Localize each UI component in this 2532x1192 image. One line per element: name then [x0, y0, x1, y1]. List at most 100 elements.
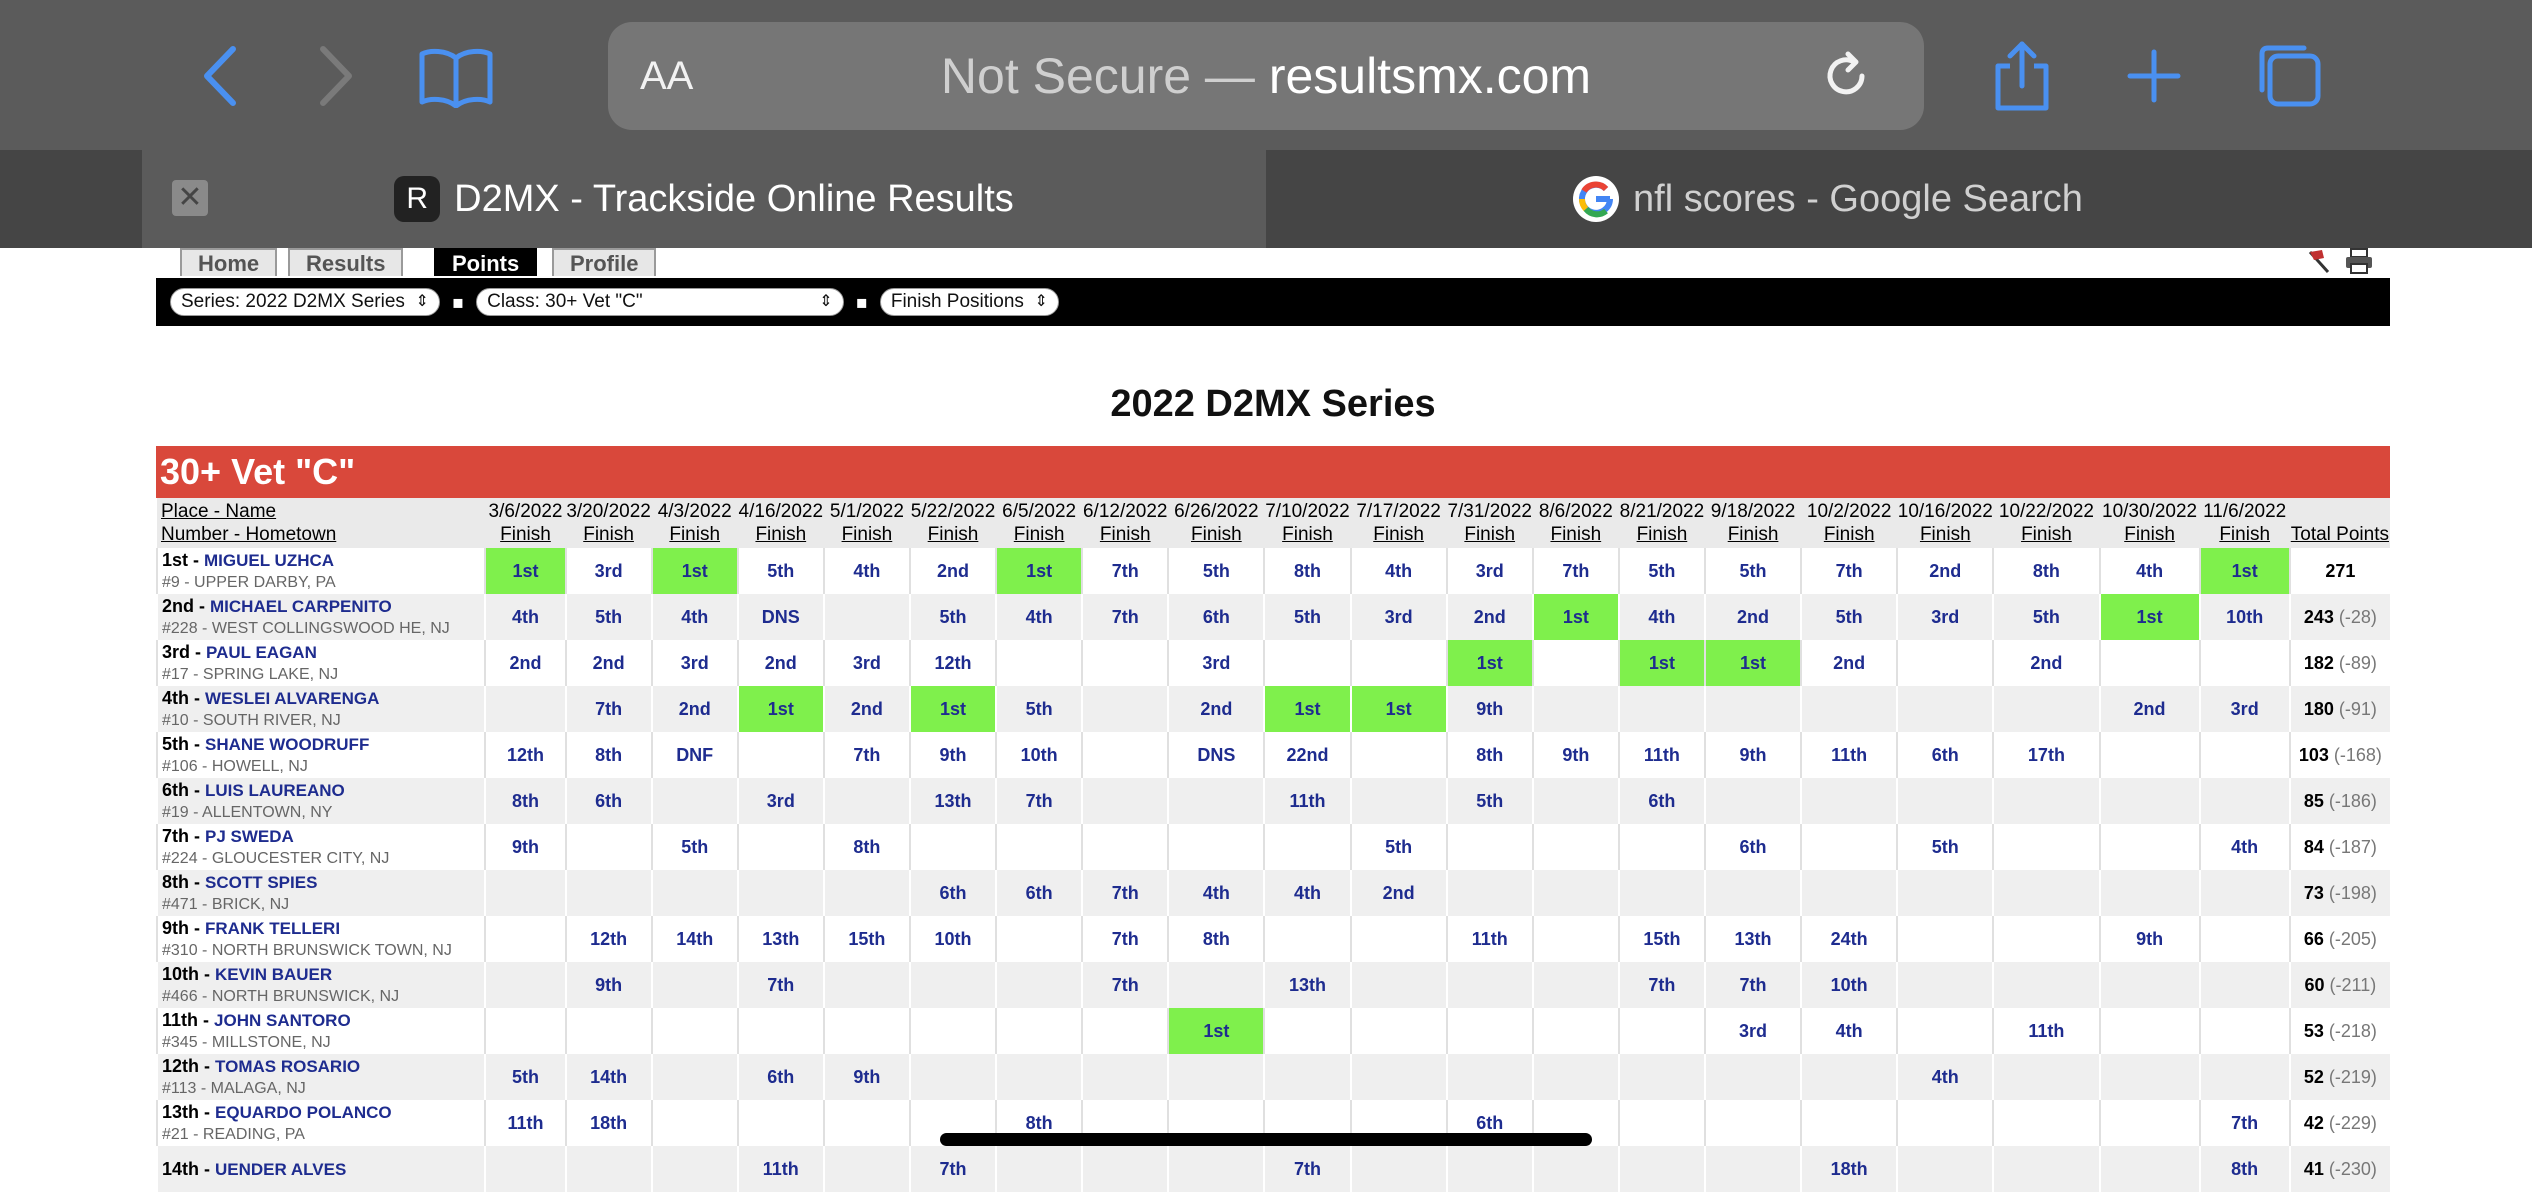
finish-cell[interactable]: 11th — [1800, 732, 1898, 778]
finish-cell[interactable]: 2nd — [1896, 548, 1994, 594]
finish-cell[interactable]: 2nd — [908, 548, 997, 594]
finish-cell[interactable]: 15th — [822, 916, 910, 962]
finish-cell[interactable]: 2nd — [1167, 686, 1265, 732]
class-select[interactable]: Class: 30+ Vet "C" — [476, 288, 844, 316]
header-finish[interactable]: Finish — [1100, 524, 1151, 545]
finish-cell[interactable]: 5th — [736, 548, 824, 594]
finish-cell[interactable]: 6th — [564, 778, 652, 824]
finish-cell[interactable]: 4th — [1617, 594, 1705, 640]
finish-cell[interactable]: 11th — [1263, 778, 1351, 824]
finish-cell[interactable]: 3rd — [1445, 548, 1533, 594]
finish-cell[interactable]: DNS — [736, 594, 824, 640]
finish-cell[interactable]: 3rd — [1167, 640, 1265, 686]
finish-cell[interactable]: 4th — [2198, 824, 2290, 870]
finish-cell[interactable]: 1st — [1349, 686, 1447, 732]
finish-cell[interactable]: 10th — [995, 732, 1083, 778]
header-finish[interactable]: Finish — [1824, 524, 1875, 545]
finish-cell[interactable]: 6th — [1167, 594, 1265, 640]
finish-cell[interactable]: 3rd — [822, 640, 910, 686]
header-finish[interactable]: Finish — [842, 524, 893, 545]
finish-cell[interactable]: 12th — [564, 916, 652, 962]
finish-cell[interactable]: 3rd — [1896, 594, 1994, 640]
finish-cell[interactable]: 22nd — [1263, 732, 1351, 778]
finish-cell[interactable]: 14th — [564, 1054, 652, 1100]
rider-name-link[interactable]: MICHAEL CARPENITO — [210, 597, 392, 616]
finish-cell[interactable]: 14th — [650, 916, 738, 962]
header-place-name[interactable]: Place - Name — [161, 501, 276, 522]
finish-cell[interactable]: 10th — [908, 916, 997, 962]
finish-cell[interactable]: 11th — [1992, 1008, 2100, 1054]
header-finish[interactable]: Finish — [1191, 524, 1242, 545]
finish-cell[interactable]: 4th — [995, 594, 1083, 640]
header-finish[interactable]: Finish — [1728, 524, 1779, 545]
finish-cell[interactable]: 9th — [564, 962, 652, 1008]
finish-cell[interactable]: DNF — [650, 732, 738, 778]
header-finish[interactable]: Finish — [1550, 524, 1601, 545]
finish-cell[interactable]: 9th — [1445, 686, 1533, 732]
finish-cell[interactable]: 4th — [2098, 548, 2200, 594]
finish-cell[interactable]: 3rd — [736, 778, 824, 824]
finish-cell[interactable]: 8th — [1263, 548, 1351, 594]
finish-cell[interactable]: 8th — [1992, 548, 2100, 594]
rider-name-link[interactable]: EQUARDO POLANCO — [215, 1103, 392, 1122]
finish-cell[interactable]: 8th — [2198, 1146, 2290, 1192]
tab-d2mx[interactable]: ✕ R D2MX - Trackside Online Results — [142, 150, 1266, 248]
finish-cell[interactable]: 2nd — [1992, 640, 2100, 686]
finish-cell[interactable]: 18th — [564, 1100, 652, 1146]
header-finish[interactable]: Finish — [2219, 524, 2270, 545]
finish-cell[interactable]: 7th — [995, 778, 1083, 824]
rider-name-link[interactable]: SCOTT SPIES — [205, 873, 317, 892]
finish-cell[interactable]: 1st — [908, 686, 997, 732]
finish-cell[interactable]: 3rd — [1703, 1008, 1802, 1054]
tabs-overview-button[interactable] — [2250, 38, 2326, 114]
finish-cell[interactable]: 8th — [822, 824, 910, 870]
finish-cell[interactable]: 7th — [1081, 548, 1169, 594]
finish-cell[interactable]: 13th — [908, 778, 997, 824]
finish-cell[interactable]: 4th — [650, 594, 738, 640]
finish-cell[interactable]: 7th — [1263, 1146, 1351, 1192]
finish-cell[interactable]: 2nd — [736, 640, 824, 686]
finish-cell[interactable]: 3rd — [2198, 686, 2290, 732]
header-finish[interactable]: Finish — [500, 524, 551, 545]
finish-cell[interactable]: 6th — [908, 870, 997, 916]
finish-cell[interactable]: 4th — [1800, 1008, 1898, 1054]
header-finish[interactable]: Finish — [1373, 524, 1424, 545]
finish-cell[interactable]: 7th — [1617, 962, 1705, 1008]
finish-cell[interactable]: 1st — [650, 548, 738, 594]
header-number-hometown[interactable]: Number - Hometown — [161, 524, 336, 545]
finish-cell[interactable]: 6th — [995, 870, 1083, 916]
finish-cell[interactable]: 4th — [822, 548, 910, 594]
finish-cell[interactable]: 2nd — [564, 640, 652, 686]
rider-name-link[interactable]: JOHN SANTORO — [214, 1011, 351, 1030]
finish-cell[interactable]: 7th — [1081, 870, 1169, 916]
finish-cell[interactable]: 4th — [1263, 870, 1351, 916]
finish-cell[interactable]: 5th — [1896, 824, 1994, 870]
finish-cell[interactable]: 2nd — [1445, 594, 1533, 640]
back-button[interactable] — [182, 38, 258, 114]
finish-cell[interactable]: 5th — [484, 1054, 566, 1100]
rider-name-link[interactable]: WESLEI ALVARENGA — [205, 689, 379, 708]
finish-cell[interactable]: 18th — [1800, 1146, 1898, 1192]
finish-cell[interactable]: 5th — [1167, 548, 1265, 594]
finish-cell[interactable]: 12th — [484, 732, 566, 778]
header-finish[interactable]: Finish — [755, 524, 806, 545]
header-finish[interactable]: Finish — [1014, 524, 1065, 545]
finish-cell[interactable]: 5th — [650, 824, 738, 870]
finish-cell[interactable]: 8th — [1445, 732, 1533, 778]
finish-cell[interactable]: 3rd — [564, 548, 652, 594]
finish-cell[interactable]: 2nd — [1349, 870, 1447, 916]
rider-name-link[interactable]: PJ SWEDA — [205, 827, 294, 846]
address-bar[interactable]: AA Not Secure — resultsmx.com — [608, 22, 1924, 130]
header-finish[interactable]: Finish — [583, 524, 634, 545]
finish-cell[interactable]: 15th — [1617, 916, 1705, 962]
finish-cell[interactable]: 13th — [736, 916, 824, 962]
rider-name-link[interactable]: TOMAS ROSARIO — [215, 1057, 360, 1076]
nav-profile[interactable]: Profile — [552, 248, 657, 276]
finish-cell[interactable]: 1st — [995, 548, 1083, 594]
finish-cell[interactable]: 13th — [1703, 916, 1802, 962]
rider-name-link[interactable]: MIGUEL UZHCA — [204, 551, 334, 570]
header-finish[interactable]: Finish — [669, 524, 720, 545]
finish-cell[interactable]: 1st — [2198, 548, 2290, 594]
finish-cell[interactable]: 3rd — [1349, 594, 1447, 640]
finish-cell[interactable]: 5th — [1703, 548, 1802, 594]
